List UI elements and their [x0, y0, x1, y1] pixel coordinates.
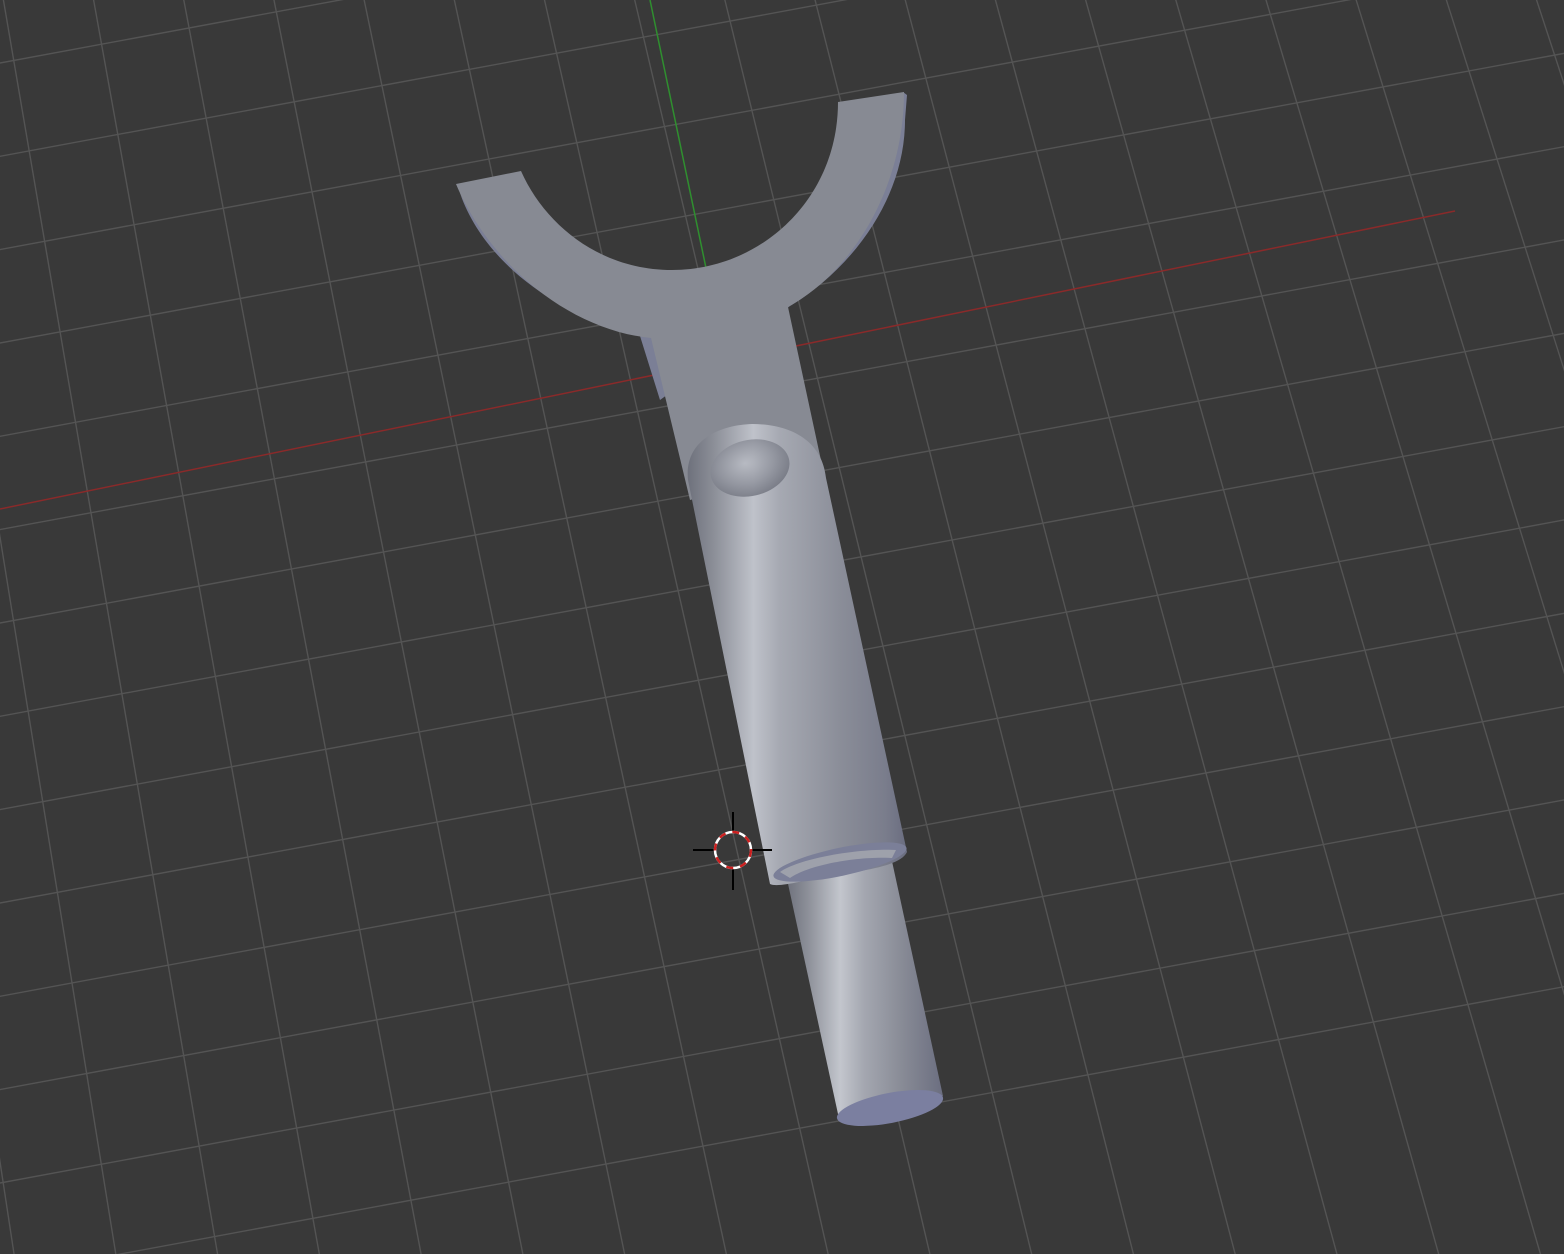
grid-line-vertical — [1535, 0, 1564, 87]
viewport-canvas[interactable] — [0, 0, 1564, 1254]
grid-line-horizontal — [0, 0, 848, 158]
3d-cursor-ring-red — [713, 830, 753, 870]
cylinder-upper[interactable] — [687, 424, 910, 890]
grid-line-horizontal — [0, 0, 345, 64]
cylinder-lower[interactable] — [785, 852, 946, 1133]
grid-line-vertical — [1445, 0, 1564, 372]
grid-line-vertical — [183, 0, 422, 1254]
grid-line-vertical — [0, 532, 117, 1254]
grid-line-vertical — [994, 0, 1338, 1254]
cylinder-upper-body — [687, 424, 907, 886]
grid-line-vertical — [0, 1157, 15, 1254]
grid-line-vertical — [904, 0, 1236, 1254]
y-axis-line — [649, 0, 707, 269]
3d-viewport[interactable] — [0, 0, 1564, 1254]
cylinder-lower-body — [785, 852, 943, 1114]
grid-line-vertical — [1265, 0, 1564, 996]
grid-line-vertical — [2, 0, 219, 1254]
grid-line-horizontal — [116, 985, 1564, 1254]
grid-line-vertical — [1355, 0, 1564, 675]
grid-line-horizontal — [0, 0, 1352, 251]
grid-line-horizontal — [0, 892, 1564, 1184]
